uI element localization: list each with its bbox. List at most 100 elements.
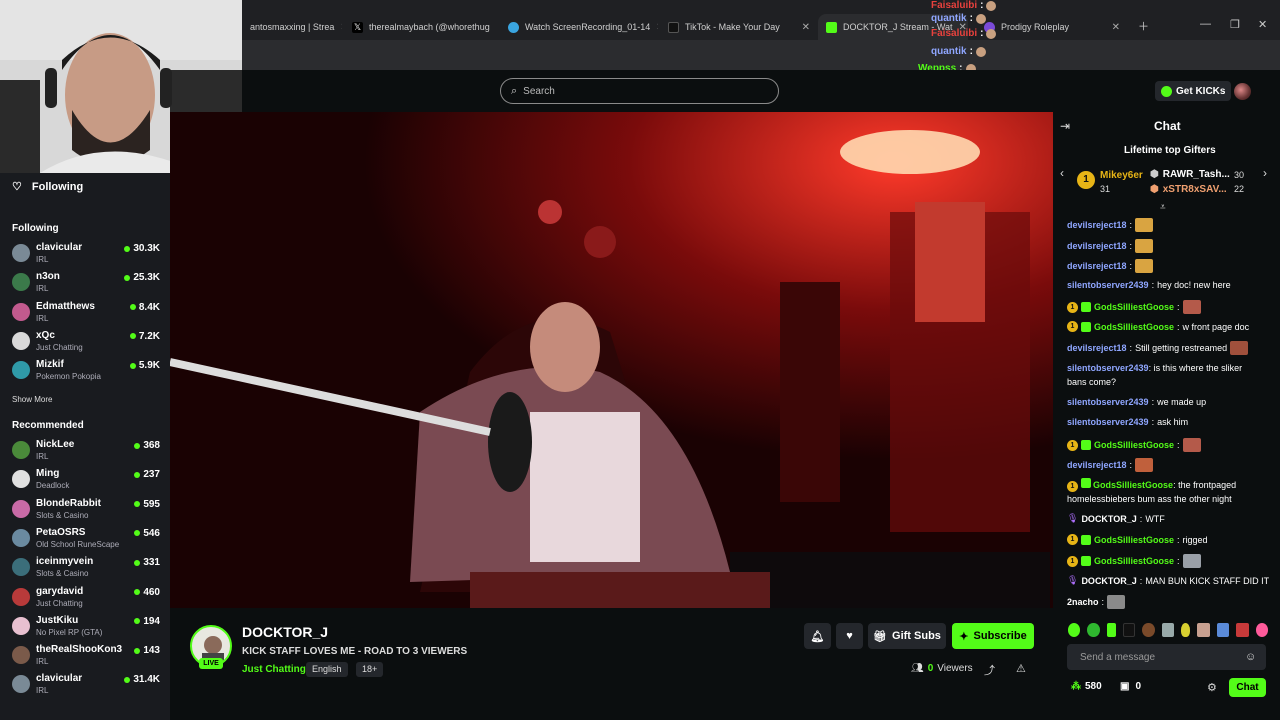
chat-message: 🎙︎ DOCKTOR_J: WTF [1067, 513, 1165, 524]
emote-bird-icon[interactable] [1161, 623, 1175, 637]
emote-heart-icon[interactable] [1255, 623, 1268, 637]
channel-points[interactable]: ⁂ 580 [1071, 681, 1102, 692]
chat-username[interactable]: devilsreject18 [1067, 343, 1127, 353]
chat-username[interactable]: devilsreject18 [1067, 460, 1127, 470]
close-window-icon[interactable]: ✕ [1258, 18, 1267, 31]
close-icon[interactable]: ✕ [1112, 22, 1120, 33]
sidebar-channel-item[interactable]: xQc Just Chatting 7.2K [12, 329, 160, 355]
channel-avatar [12, 587, 30, 606]
sidebar-channel-item[interactable]: Mizkif Pokemon Pokopia 5.9K [12, 358, 160, 384]
points-icon: ⁂ [1071, 681, 1081, 692]
notification-bell-button[interactable]: 🔔︎ [804, 623, 831, 649]
emote-corn-icon[interactable] [1181, 623, 1191, 637]
chat-username[interactable]: silentobserver2439 [1067, 363, 1149, 373]
emote-blank-icon[interactable] [1122, 623, 1136, 637]
new-tab-icon[interactable]: ＋ [1138, 18, 1149, 34]
emote-smile-icon[interactable] [1087, 623, 1100, 637]
chat-username[interactable]: GodsSilliestGoose [1094, 535, 1174, 545]
sidebar-channel-item[interactable]: NickLee IRL 368 [12, 438, 160, 464]
sidebar-channel-item[interactable]: iceinmyvein Slots & Casino 331 [12, 555, 160, 581]
browser-tab-3[interactable]: Watch ScreenRecording_01-14 ✕ [500, 14, 658, 40]
sidebar-following-toggle[interactable]: ♡ Following [12, 180, 83, 194]
report-warning-icon[interactable]: ⚠ [1016, 662, 1026, 675]
share-icon[interactable]: ⤴ [984, 662, 995, 678]
browser-tab-4[interactable]: TikTok - Make Your Day ✕ [660, 14, 818, 40]
channel-name[interactable]: DOCKTOR_J [242, 624, 328, 640]
collapse-chat-icon[interactable]: ⇥ [1060, 119, 1070, 133]
sidebar-channel-name: PetaOSRS [36, 526, 86, 538]
emote-face-icon[interactable] [1197, 623, 1210, 637]
subscribe-button[interactable]: ✦ Subscribe [952, 623, 1034, 649]
chat-username[interactable]: DOCKTOR_J [1081, 514, 1136, 524]
send-chat-button[interactable]: Chat [1229, 678, 1266, 697]
sidebar-channel-item[interactable]: clavicular IRL 31.4K [12, 672, 160, 698]
emoji-picker-icon[interactable]: ☺ [1245, 651, 1256, 663]
tag-mature[interactable]: 18+ [356, 662, 384, 677]
search-input[interactable]: ⌕ Search [500, 78, 779, 104]
chat-username[interactable]: silentobserver2439 [1067, 417, 1149, 427]
chat-input[interactable]: Send a message [1067, 644, 1266, 670]
gifter-1-name[interactable]: Mikey6er [1100, 170, 1143, 181]
sidebar-channel-item[interactable]: JustKiku No Pixel RP (GTA) 194 [12, 614, 160, 640]
restore-icon[interactable]: ❐ [1230, 18, 1240, 31]
overlay-chat-user: Faisaluibi [931, 0, 978, 11]
live-dot-icon [134, 501, 141, 508]
browser-tab-1[interactable]: antosmaxxing | Strea ✕ [242, 14, 342, 40]
chat-username[interactable]: devilsreject18 [1067, 220, 1127, 230]
tag-english[interactable]: English [306, 662, 348, 677]
minimize-icon[interactable]: — [1200, 18, 1211, 30]
sidebar-channel-name: Mizkif [36, 359, 64, 371]
sidebar-channel-item[interactable]: theRealShooKon3 IRL 143 [12, 643, 160, 669]
subscriber-badge-icon [1081, 440, 1091, 450]
emote-devil-icon[interactable] [1236, 623, 1249, 637]
chat-username[interactable]: devilsreject18 [1067, 261, 1127, 271]
stream-category-link[interactable]: Just Chatting [242, 664, 306, 675]
chest-counter[interactable]: ▣ 0 [1120, 681, 1141, 692]
gifter-rank-badge: 1 [1077, 171, 1095, 189]
gifter-2[interactable]: ⬢ RAWR_Tash... [1150, 169, 1230, 180]
following-heading: Following [12, 223, 59, 234]
emote-wave-icon[interactable] [1106, 623, 1116, 637]
gifters-next-icon[interactable]: › [1263, 166, 1267, 180]
emote-kick-icon[interactable] [1068, 623, 1081, 637]
browser-tab-2[interactable]: 𝕏 therealmaybach (@whorethug ✕ [344, 14, 496, 40]
show-more-link[interactable]: Show More [12, 395, 52, 404]
sidebar-channel-item[interactable]: clavicular IRL 30.3K [12, 241, 160, 267]
chat-settings-gear-icon[interactable]: ⚙ [1207, 681, 1217, 694]
chat-username[interactable]: GodsSilliestGoose [1094, 556, 1174, 566]
chat-message: devilsreject18: Still getting restreamed [1067, 341, 1249, 355]
follow-button[interactable]: ♥ [836, 623, 863, 649]
chat-username[interactable]: 2nacho [1067, 597, 1099, 607]
sidebar-channel-item[interactable]: PetaOSRS Old School RuneScape 546 [12, 526, 160, 552]
browser-tab-6[interactable]: Prodigy Roleplay ✕ [976, 14, 1128, 40]
close-icon[interactable]: ✕ [656, 22, 658, 33]
chat-username[interactable]: GodsSilliestGoose [1093, 480, 1173, 490]
gifter-3-count: 22 [1234, 184, 1245, 194]
chat-username[interactable]: GodsSilliestGoose [1094, 302, 1174, 312]
sidebar-channel-item[interactable]: Ming Deadlock 237 [12, 467, 160, 493]
gifter-3[interactable]: ⬢ xSTR8xSAV... [1150, 184, 1227, 195]
user-avatar[interactable] [1234, 83, 1251, 100]
close-icon[interactable]: ✕ [340, 22, 342, 33]
chat-username[interactable]: GodsSilliestGoose [1094, 322, 1174, 332]
sidebar-channel-item[interactable]: garydavid Just Chatting 460 [12, 585, 160, 611]
kick-logo-icon [826, 21, 837, 33]
chat-username[interactable]: silentobserver2439 [1067, 397, 1149, 407]
sidebar-channel-name: BlondeRabbit [36, 497, 101, 509]
sidebar-channel-item[interactable]: n3on IRL 25.3K [12, 270, 160, 296]
pinned-expand-icon[interactable]: ⩡ [1160, 202, 1166, 213]
live-dot-icon [134, 618, 141, 625]
close-icon[interactable]: ✕ [802, 22, 810, 33]
emote-poop-icon[interactable] [1142, 623, 1155, 637]
chat-username[interactable]: GodsSilliestGoose [1094, 440, 1174, 450]
get-kicks-button[interactable]: Get KICKs [1155, 81, 1232, 101]
video-player[interactable] [170, 112, 1053, 608]
gift-subs-button[interactable]: 🎁︎ Gift Subs [868, 623, 946, 649]
emote-butterfly-icon[interactable] [1216, 623, 1230, 637]
sidebar-channel-item[interactable]: BlondeRabbit Slots & Casino 595 [12, 497, 160, 523]
sidebar-channel-item[interactable]: Edmatthews IRL 8.4K [12, 300, 160, 326]
chat-username[interactable]: silentobserver2439 [1067, 280, 1149, 290]
chat-username[interactable]: DOCKTOR_J [1081, 576, 1136, 586]
gifters-prev-icon[interactable]: ‹ [1060, 166, 1064, 180]
chat-username[interactable]: devilsreject18 [1067, 241, 1127, 251]
